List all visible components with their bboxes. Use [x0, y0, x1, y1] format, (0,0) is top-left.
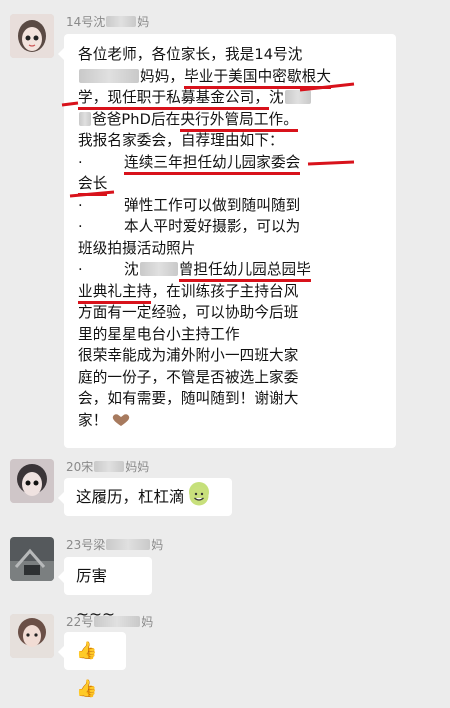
sender-name-text: 14号沈 [66, 15, 106, 29]
highlight-company: 学，现任职于私募基金公司， [78, 89, 270, 110]
redacted-name [139, 262, 178, 276]
sender-name-suffix: 妈 [151, 538, 164, 552]
text-line-content: 沈 [269, 89, 284, 106]
highlight-chair: 连续三年担任幼儿园家委会 [124, 153, 301, 175]
redacted-name [106, 16, 137, 27]
text-line-content: 方面有一定经验，可以协助今后班 [78, 304, 299, 321]
red-mark [61, 101, 79, 107]
redacted-name [94, 461, 125, 472]
text-line: 里的星星电台小主持工作 [78, 324, 386, 346]
text-line: · 沈 曾担任幼儿园总园毕 [78, 259, 386, 282]
text-line: 很荣幸能成为浦外附小一四班大家 [78, 345, 386, 367]
text-line-content: 班级拍摄活动照片 [78, 239, 196, 257]
thumbs-up-icon: 👍👍 [76, 641, 100, 699]
red-mark [69, 190, 115, 198]
sender-name-text: 20宋 [66, 460, 94, 474]
text-line-content: 里的星星电台小主持工作 [78, 325, 240, 343]
red-mark [299, 82, 355, 92]
sender-name-suffix: 妈 [141, 615, 154, 629]
message-bubble[interactable]: 各位老师，各位家长，我是14号沈 妈妈，毕业于美国中密歇根大 学，现任职于私募基… [58, 34, 396, 448]
text-line-content: ，在训练孩子主持台风 [151, 282, 299, 300]
redacted-name [79, 111, 91, 126]
highlight-job: 央行外管局工作。 [180, 110, 298, 132]
highlight-host: 曾担任幼儿园总园毕 [178, 261, 311, 282]
grin-emoji-icon [188, 482, 209, 506]
text-line-content: 家！ [78, 411, 108, 429]
avatar[interactable] [10, 459, 54, 503]
text-line: 会长 [78, 173, 386, 196]
sender-name: 20宋 妈妈 [66, 458, 149, 475]
text-line: · 本人平时爱好摄影，可以为 [78, 216, 386, 238]
message-bubble[interactable]: 厉害~~~ [58, 557, 152, 623]
avatar[interactable] [10, 614, 54, 658]
sender-name-suffix: 妈 [137, 15, 150, 29]
text-line-content: 很荣幸能成为浦外附小一四班大家 [78, 347, 299, 364]
text-line: 爸爸PhD后在央行外管局工作。 [78, 109, 386, 132]
sender-name: 23号梁 妈 [66, 536, 163, 553]
text-line: 方面有一定经验，可以协助今后班 [78, 302, 386, 324]
text-line: 我报名家委会，自荐理由如下： [78, 130, 386, 152]
avatar[interactable] [10, 537, 54, 581]
bullet: · [78, 261, 83, 278]
text-line: 会，如有需要，随叫随到！谢谢大 [78, 388, 386, 410]
text-line: 班级拍摄活动照片 [78, 238, 386, 260]
sender-name: 22号 妈 [66, 613, 153, 630]
highlight-host-end: 业典礼主持 [78, 282, 152, 304]
bullet: · [78, 153, 83, 171]
heart-icon [111, 412, 131, 426]
text-line: 庭的一份子，不管是否被选上家委 [78, 367, 386, 389]
text-line-content: 庭的一份子，不管是否被选上家委 [78, 368, 299, 386]
text-line: · 弹性工作可以做到随叫随到 [78, 195, 386, 217]
sender-name-suffix: 妈妈 [125, 460, 150, 474]
text-line: 家！ [78, 410, 386, 432]
sender-name-text: 22号 [66, 615, 94, 629]
text-line-content: 爸爸PhD后在 [92, 110, 181, 128]
redacted-name [94, 616, 141, 627]
sender-name: 14号沈 妈 [66, 13, 149, 30]
text-line-content: 我报名家委会，自荐理由如下： [78, 132, 284, 149]
message-bubble[interactable]: 这履历，杠杠滴 [58, 478, 232, 516]
message-text: 这履历，杠杠滴 [76, 488, 185, 506]
text-line-content: 会，如有需要，随叫随到！谢谢大 [78, 390, 299, 407]
message-bubble[interactable]: 👍👍 [58, 632, 126, 699]
avatar[interactable] [10, 14, 54, 58]
text-line-content: 本人平时爱好摄影，可以为 [124, 218, 301, 235]
redacted-name [106, 539, 151, 550]
text-line-content: 妈妈， [140, 67, 185, 85]
red-mark [307, 160, 355, 166]
text-line-content: 沈 [124, 261, 139, 278]
text-line-content: 各位老师，各位家长，我是14号沈 [78, 46, 303, 63]
chat-window: 14号沈妈 各位老师，各位家长，我是14号沈 妈妈，毕业于美国中密歇根大 学，现… [0, 0, 450, 699]
sender-name-text: 23号梁 [66, 538, 106, 552]
redacted-name [79, 68, 139, 83]
text-line-content: 弹性工作可以做到随叫随到 [124, 196, 301, 214]
bullet: · [78, 218, 83, 235]
text-line: 业典礼主持，在训练孩子主持台风 [78, 281, 386, 304]
text-line: 各位老师，各位家长，我是14号沈 [78, 44, 386, 66]
